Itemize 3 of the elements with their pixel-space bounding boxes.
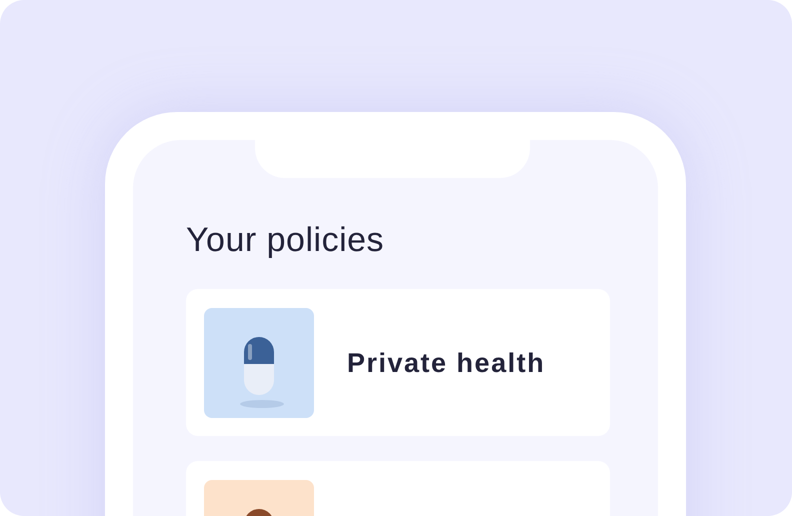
screen-title: Your policies (186, 222, 386, 260)
policy-card[interactable]: Private health (186, 289, 610, 436)
policy-name: Private health (347, 346, 546, 380)
